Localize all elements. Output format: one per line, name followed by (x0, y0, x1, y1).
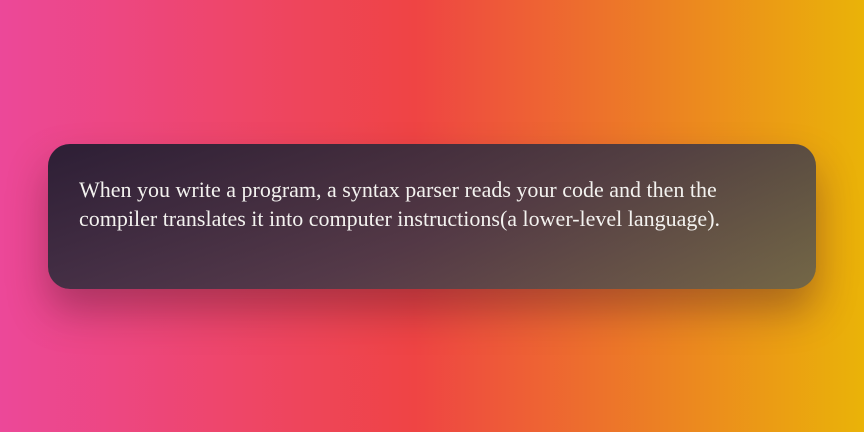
card-text: When you write a program, a syntax parse… (79, 177, 721, 231)
text-card: When you write a program, a syntax parse… (48, 144, 816, 289)
